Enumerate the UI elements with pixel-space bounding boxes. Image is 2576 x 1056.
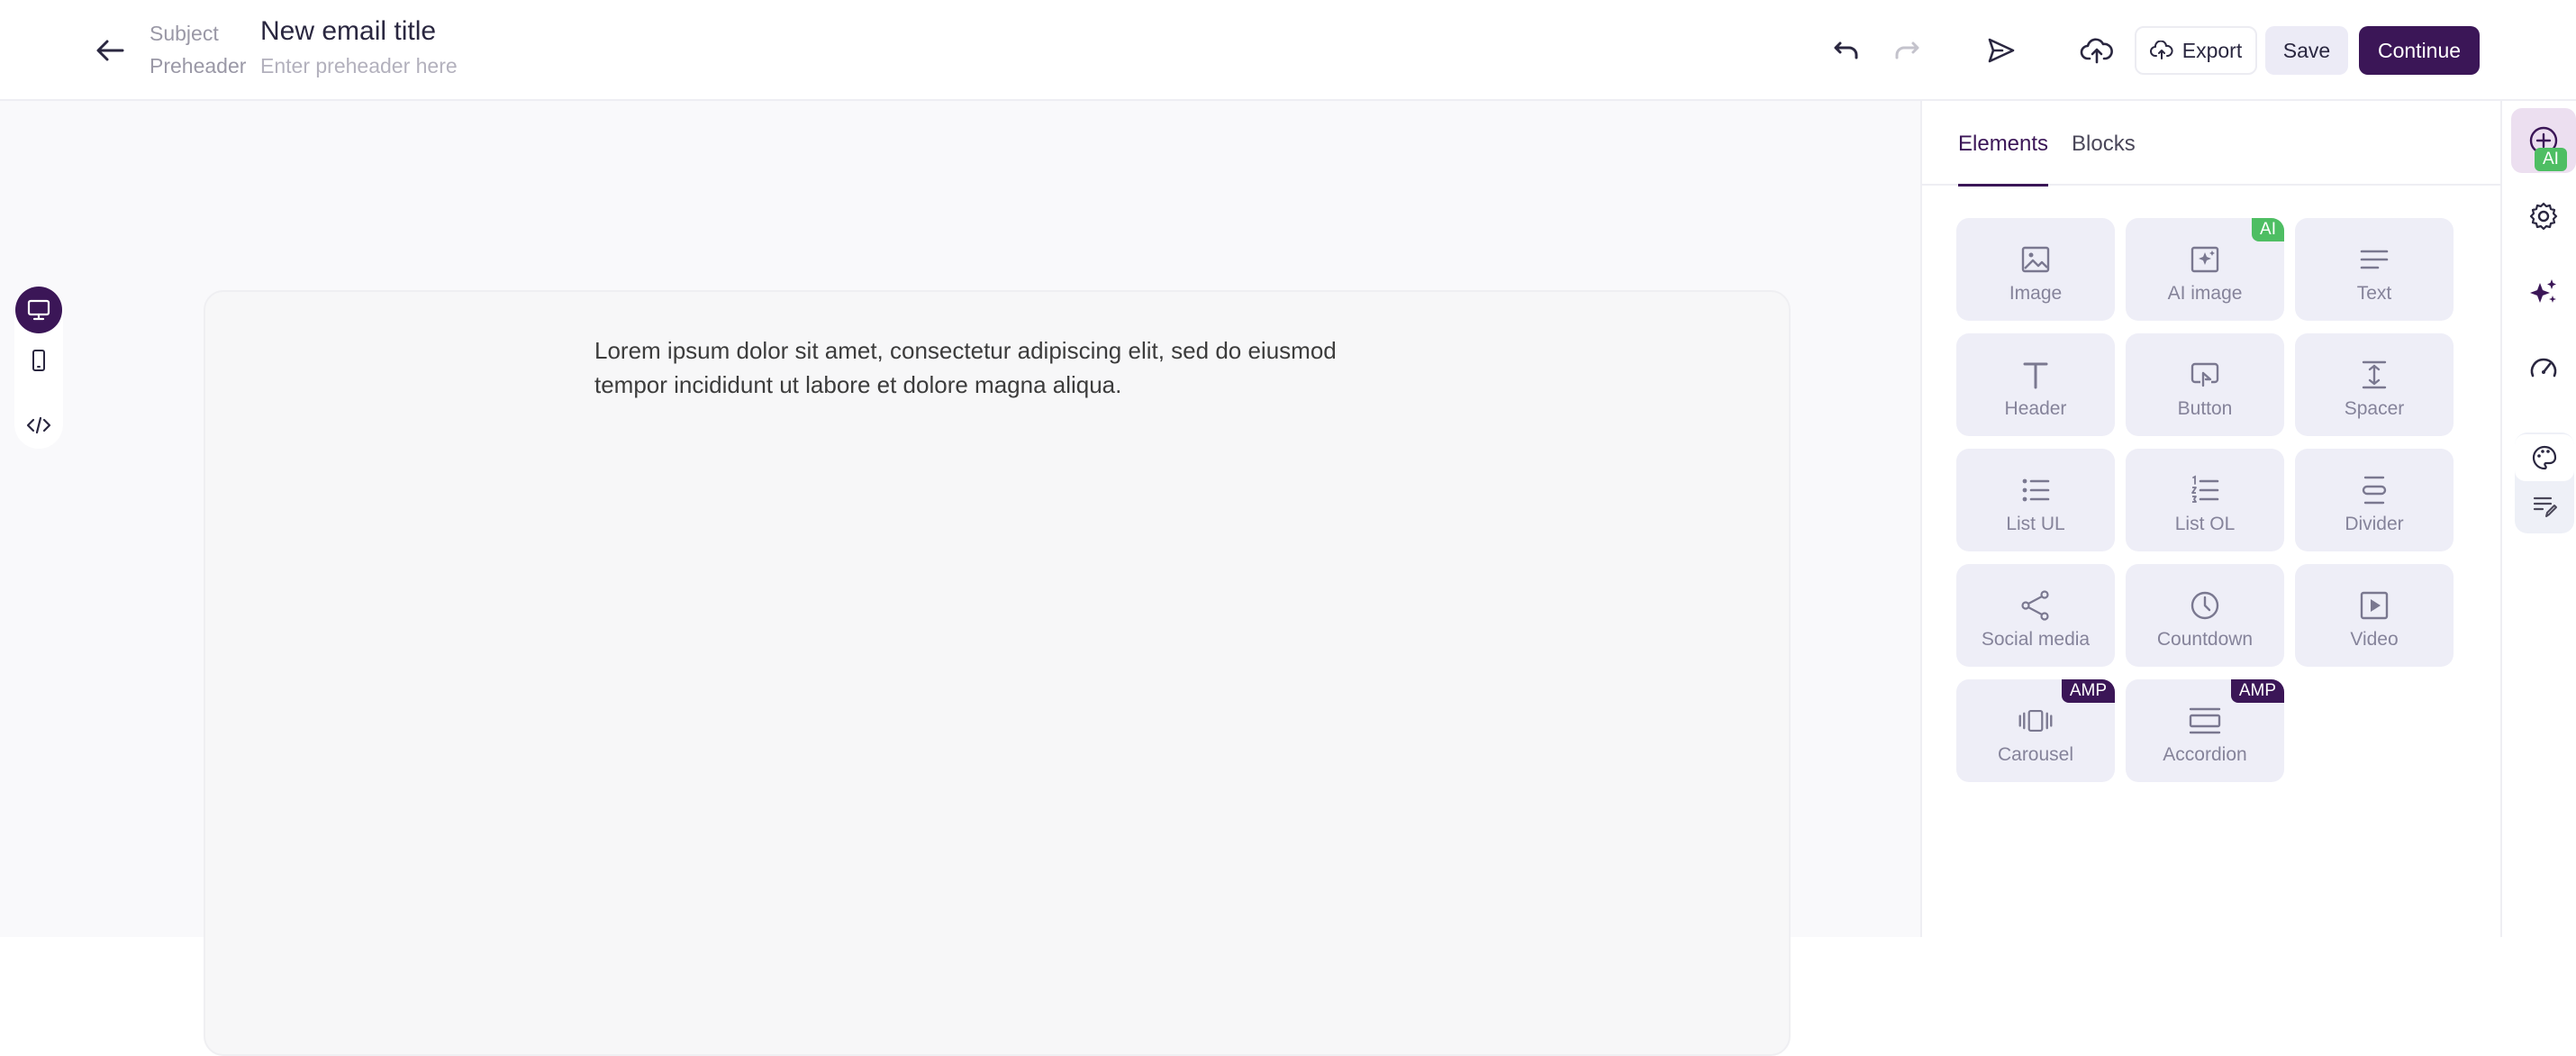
mobile-view-button[interactable] (15, 337, 62, 384)
edit-lines-icon (2533, 496, 2557, 517)
element-label: Header (2004, 398, 2067, 419)
tab-blocks[interactable]: Blocks (2072, 132, 2136, 157)
code-view-button[interactable] (15, 402, 62, 449)
element-spacer[interactable]: Spacer (2295, 333, 2454, 436)
sparkles-icon (2530, 279, 2556, 303)
carousel-icon (2018, 710, 2053, 732)
gear-icon (2529, 202, 2558, 231)
spacer-icon (2362, 360, 2387, 389)
send-test-button[interactable] (1982, 31, 2021, 70)
list-ol-icon (2191, 475, 2219, 503)
tool-rail (2500, 101, 2576, 937)
amp-badge: AMP (2230, 679, 2284, 703)
back-arrow-icon (96, 40, 124, 61)
mobile-icon (32, 350, 45, 371)
element-text[interactable]: Text (2295, 218, 2454, 321)
subject-input[interactable]: New email title (260, 16, 436, 47)
email-body-text[interactable]: Lorem ipsum dolor sit amet, consectetur … (594, 333, 1369, 402)
top-bar: Subject Preheader New email title Export… (0, 0, 2576, 101)
view-mode-toggle (14, 287, 63, 449)
text-edit-button[interactable] (2515, 483, 2574, 530)
element-label: Spacer (2344, 398, 2405, 419)
elements-panel: Elements Blocks Image AI AI image Text H… (1920, 101, 2500, 937)
subject-label: Subject (150, 22, 219, 45)
element-ai-image[interactable]: AI AI image (2126, 218, 2284, 321)
export-button[interactable]: Export (2135, 26, 2257, 75)
send-icon (1988, 38, 2015, 63)
button-icon (2191, 362, 2219, 387)
undo-button[interactable] (1827, 31, 1866, 70)
amp-badge: AMP (2061, 679, 2115, 703)
element-list-ul[interactable]: List UL (1956, 449, 2115, 551)
editor-workspace: Lorem ipsum dolor sit amet, consectetur … (0, 101, 1920, 1056)
image-icon (2021, 246, 2050, 273)
email-canvas[interactable]: Lorem ipsum dolor sit amet, consectetur … (204, 290, 1791, 1056)
element-countdown[interactable]: Countdown (2126, 564, 2284, 667)
preheader-label: Preheader (150, 54, 247, 77)
clock-icon (2191, 591, 2219, 620)
element-label: AI image (2167, 283, 2243, 304)
list-ul-icon (2022, 478, 2050, 502)
back-button[interactable] (90, 32, 130, 68)
accordion-icon (2189, 707, 2221, 734)
element-label: Image (2009, 283, 2063, 304)
upload-cloud-icon (2080, 38, 2113, 64)
cloud-export-icon (2149, 41, 2173, 59)
element-label: Video (2350, 629, 2399, 650)
panel-tabs: Elements Blocks (1922, 101, 2500, 187)
save-button[interactable]: Save (2265, 26, 2348, 75)
preheader-input[interactable] (260, 52, 729, 79)
element-video[interactable]: Video (2295, 564, 2454, 667)
element-list-ol[interactable]: List OL (2126, 449, 2284, 551)
desktop-view-button[interactable] (15, 287, 62, 333)
element-label: List OL (2174, 514, 2236, 534)
redo-button[interactable] (1887, 31, 1927, 70)
ai-assistant-button[interactable] (2511, 259, 2576, 324)
settings-button[interactable] (2511, 184, 2576, 249)
element-label: Carousel (1997, 744, 2074, 765)
element-image[interactable]: Image (1956, 218, 2115, 321)
element-divider[interactable]: Divider (2295, 449, 2454, 551)
video-icon (2360, 591, 2389, 620)
tab-elements[interactable]: Elements (1958, 132, 2049, 187)
element-label: Countdown (2156, 629, 2254, 650)
element-carousel[interactable]: AMP Carousel (1956, 679, 2115, 782)
redo-icon (1895, 41, 1919, 59)
element-accordion[interactable]: AMP Accordion (2126, 679, 2284, 782)
element-label: Button (2177, 398, 2233, 419)
ai-image-icon (2191, 246, 2219, 273)
divider-icon (2362, 476, 2387, 505)
style-button[interactable] (2515, 434, 2574, 481)
upload-button[interactable] (2077, 31, 2117, 70)
element-label: List UL (2006, 514, 2065, 534)
header-icon (2023, 362, 2048, 389)
element-header[interactable]: Header (1956, 333, 2115, 436)
desktop-icon (27, 299, 50, 321)
element-label: Text (2356, 283, 2392, 304)
element-label: Divider (2345, 514, 2404, 534)
code-icon (26, 416, 51, 434)
ai-badge: AI (2535, 148, 2567, 171)
speedometer-icon (2530, 358, 2557, 378)
element-label: Accordion (2163, 744, 2247, 765)
undo-icon (1834, 41, 1858, 59)
style-tools-group (2515, 432, 2574, 533)
text-icon (2360, 250, 2389, 269)
share-icon (2021, 590, 2049, 621)
performance-button[interactable] (2511, 335, 2576, 400)
palette-icon (2532, 445, 2557, 470)
ai-badge: AI (2252, 218, 2284, 241)
element-label: Social media (1981, 629, 2091, 650)
continue-button[interactable]: Continue (2359, 26, 2480, 75)
export-label: Export (2181, 38, 2243, 62)
element-button[interactable]: Button (2126, 333, 2284, 436)
element-social-media[interactable]: Social media (1956, 564, 2115, 667)
